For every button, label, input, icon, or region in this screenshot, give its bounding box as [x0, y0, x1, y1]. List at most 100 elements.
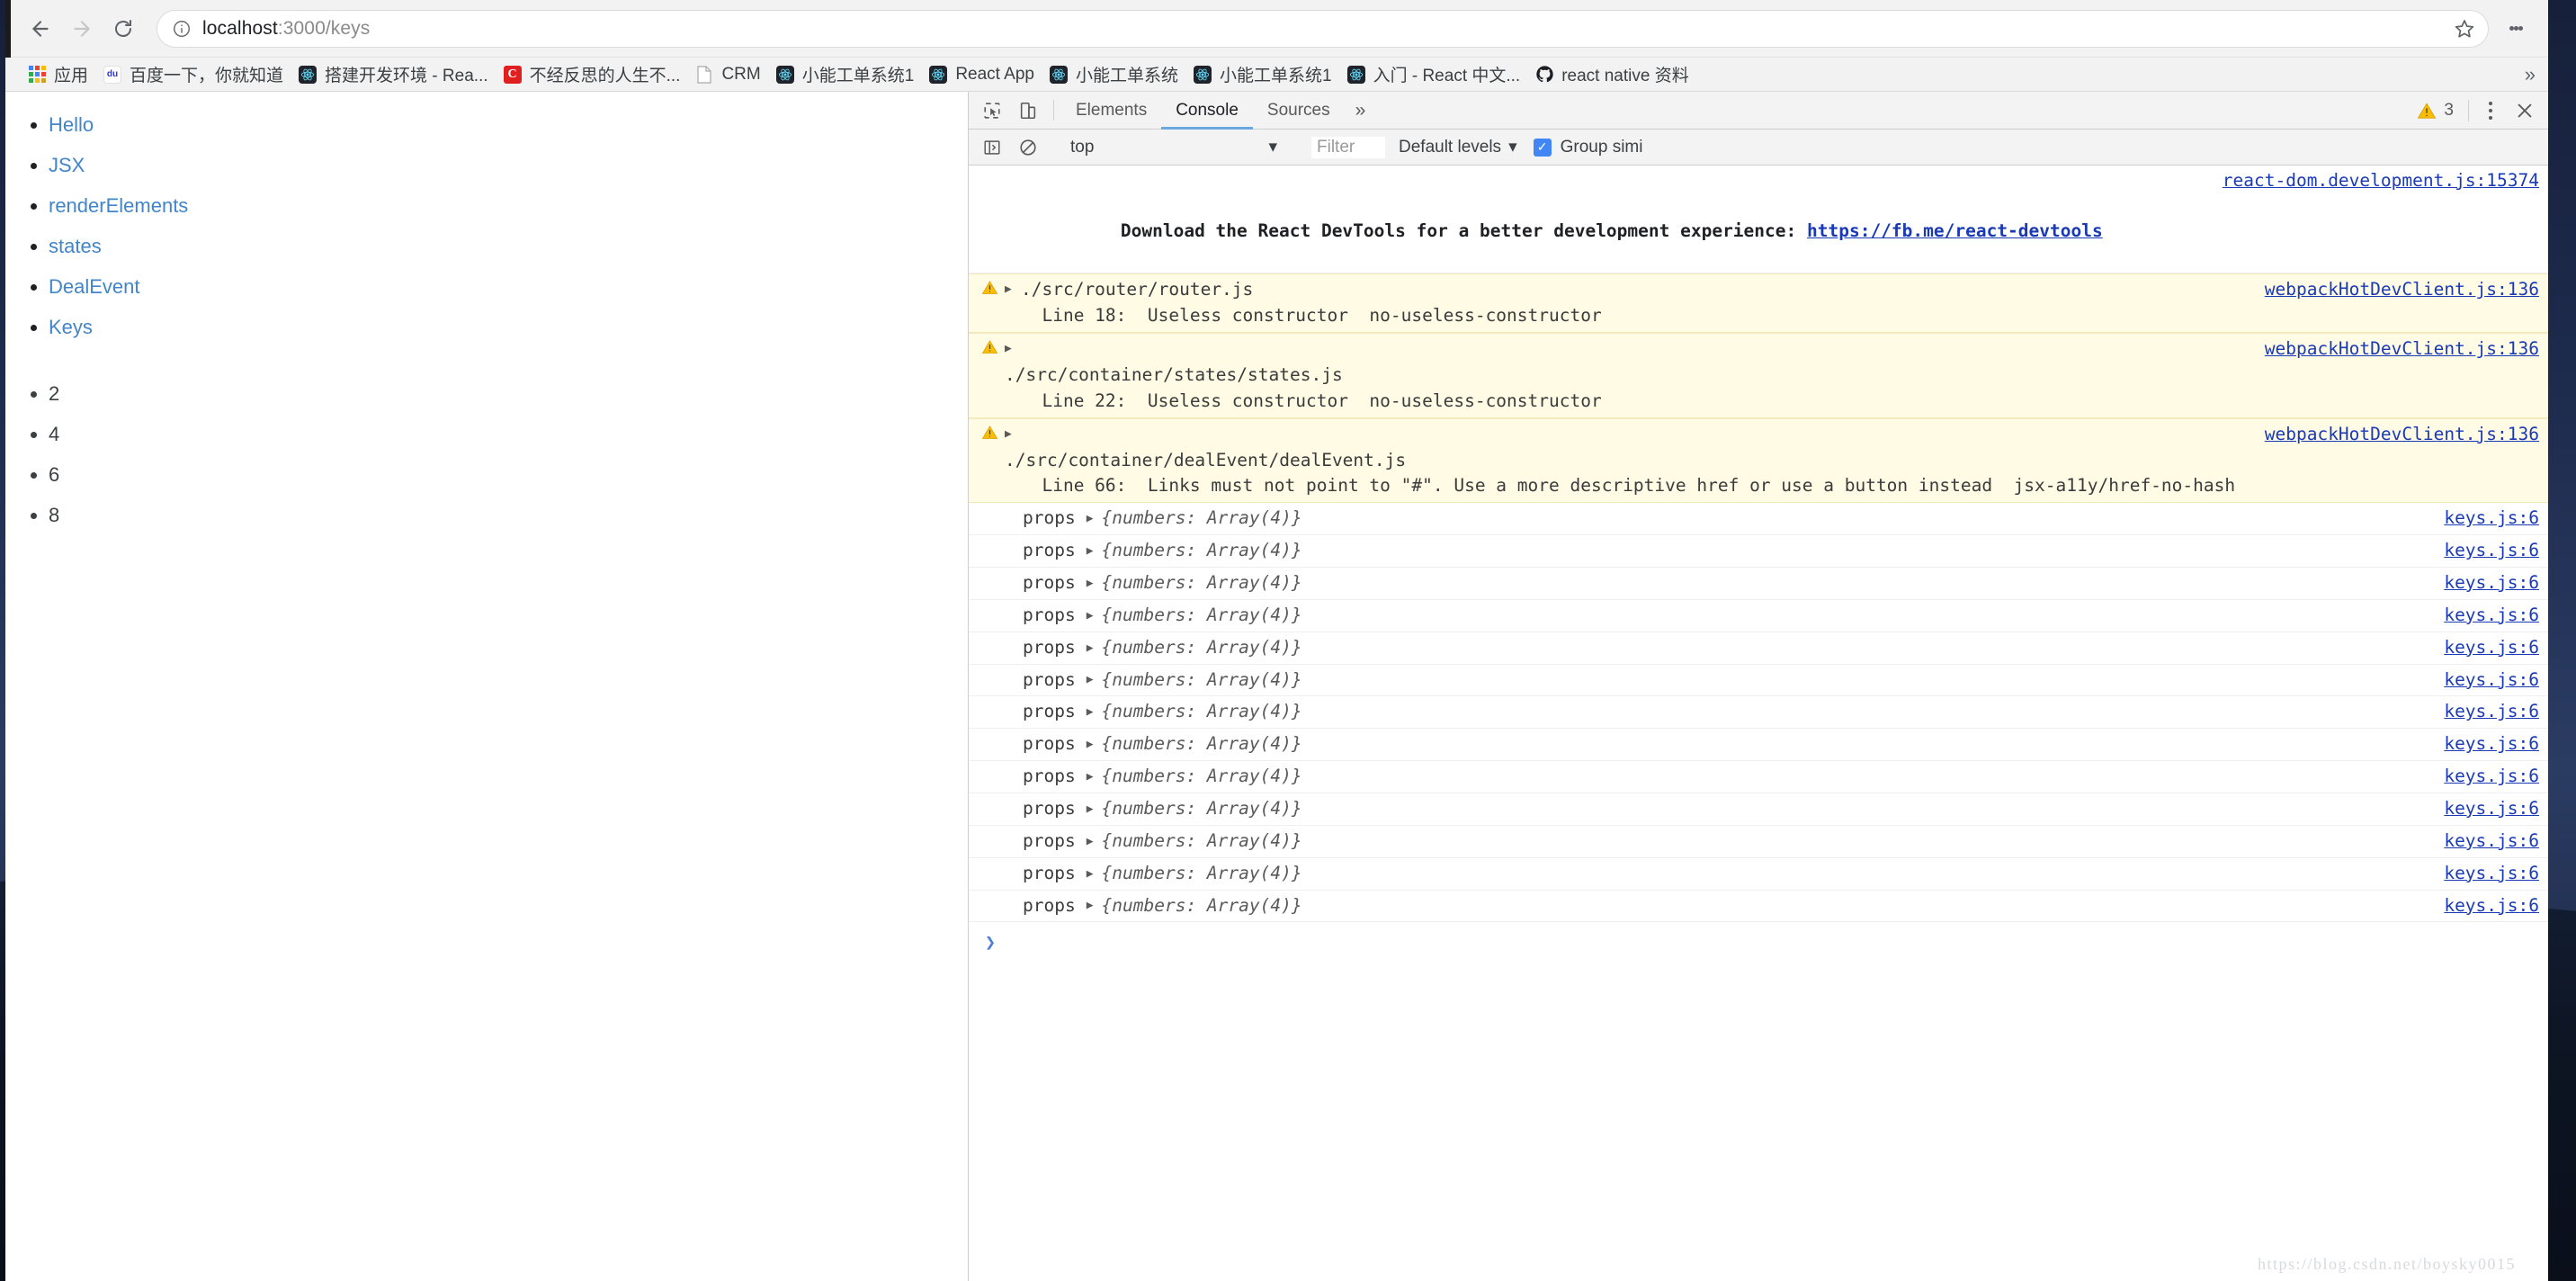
triangle-right-icon[interactable]: ▶	[1087, 607, 1094, 624]
triangle-right-icon[interactable]: ▶	[1087, 897, 1094, 914]
bookmark-react-setup[interactable]: 搭建开发环境 - Rea...	[291, 61, 496, 88]
message-source-link[interactable]: keys.js:6	[2444, 764, 2539, 790]
message-source-link[interactable]: webpackHotDevClient.js:136	[2265, 277, 2539, 303]
tab-console[interactable]: Console	[1161, 92, 1253, 130]
bookmark-react-native[interactable]: react native 资料	[1527, 61, 1696, 88]
kebab-menu-icon[interactable]	[2498, 8, 2534, 49]
triangle-right-icon[interactable]: ▶	[1005, 336, 1021, 357]
triangle-right-icon[interactable]: ▶	[1005, 277, 1021, 298]
filter-input[interactable]: Filter	[1310, 135, 1386, 159]
console-log-row[interactable]: props ▶ {numbers: Array(4)} keys.js:6	[969, 632, 2548, 665]
log-label: props	[1023, 668, 1076, 690]
nav-link-hello[interactable]: Hello	[49, 113, 94, 136]
log-label: props	[1023, 507, 1076, 529]
execution-context-select[interactable]: top ▾	[1061, 137, 1286, 157]
console-log-row[interactable]: props ▶ {numbers: Array(4)} keys.js:6	[969, 599, 2548, 632]
console-log-row[interactable]: props ▶ {numbers: Array(4)} keys.js:6	[969, 696, 2548, 730]
nav-link-renderelements[interactable]: renderElements	[49, 194, 188, 217]
console-log-row[interactable]: props ▶ {numbers: Array(4)} keys.js:6	[969, 664, 2548, 697]
address-bar[interactable]: localhost:3000/keys	[157, 9, 2489, 48]
csdn-favicon: C	[503, 65, 523, 85]
console-log-row[interactable]: props ▶ {numbers: Array(4)} keys.js:6	[969, 793, 2548, 826]
star-outline-icon[interactable]	[2454, 18, 2475, 40]
log-levels-select[interactable]: Default levels ▾	[1399, 137, 1517, 157]
triangle-right-icon[interactable]: ▶	[1087, 671, 1094, 688]
message-source-link[interactable]: keys.js:6	[2444, 538, 2539, 564]
info-circle-icon[interactable]	[172, 19, 192, 39]
message-source-link[interactable]: keys.js:6	[2444, 829, 2539, 855]
message-source-link[interactable]: keys.js:6	[2444, 699, 2539, 725]
inspect-element-icon[interactable]	[974, 92, 1010, 129]
nav-link-dealevent[interactable]: DealEvent	[49, 275, 140, 298]
log-label: props	[1023, 701, 1076, 722]
bookmark-xiaoneng-1b[interactable]: 小能工单系统1	[1185, 61, 1339, 88]
message-source-link[interactable]: webpackHotDevClient.js:136	[2265, 336, 2539, 363]
tab-sources[interactable]: Sources	[1253, 92, 1345, 129]
triangle-right-icon[interactable]: ▶	[1087, 640, 1094, 657]
triangle-right-icon[interactable]: ▶	[1087, 542, 1094, 560]
nav-link-states[interactable]: states	[49, 235, 102, 257]
triangle-right-icon[interactable]: ▶	[1087, 703, 1094, 721]
reload-button[interactable]	[103, 8, 144, 49]
console-sidebar-icon[interactable]	[974, 138, 1010, 157]
clear-console-icon[interactable]	[1010, 138, 1046, 157]
message-source-link[interactable]: keys.js:6	[2444, 570, 2539, 596]
triangle-right-icon[interactable]: ▶	[1087, 575, 1094, 592]
message-source-link[interactable]: keys.js:6	[2444, 506, 2539, 532]
console-message-warning[interactable]: ▶ webpackHotDevClient.js:136 ./src/conta…	[969, 417, 2548, 504]
back-button[interactable]	[20, 8, 61, 49]
message-source-link[interactable]: keys.js:6	[2444, 635, 2539, 661]
message-source-link[interactable]: keys.js:6	[2444, 731, 2539, 757]
message-source-link[interactable]: keys.js:6	[2444, 796, 2539, 822]
console-log-row[interactable]: props ▶ {numbers: Array(4)} keys.js:6	[969, 857, 2548, 891]
console-log-row[interactable]: props ▶ {numbers: Array(4)} keys.js:6	[969, 825, 2548, 858]
message-source-link[interactable]: webpackHotDevClient.js:136	[2265, 422, 2539, 448]
message-source-link[interactable]: react-dom.development.js:15374	[2223, 170, 2539, 191]
triangle-right-icon[interactable]: ▶	[1005, 422, 1021, 443]
nav-link-keys[interactable]: Keys	[49, 316, 93, 338]
bookmark-baidu[interactable]: du 百度一下，你就知道	[95, 61, 291, 88]
bookmark-xiaoneng[interactable]: 小能工单系统	[1042, 61, 1185, 88]
console-log-row[interactable]: props ▶ {numbers: Array(4)} keys.js:6	[969, 890, 2548, 923]
triangle-right-icon[interactable]: ▶	[1087, 510, 1094, 527]
nav-link-jsx[interactable]: JSX	[49, 154, 85, 176]
console-message-info[interactable]: react-dom.development.js:15374 Download …	[969, 166, 2548, 274]
warning-count-indicator[interactable]: 3	[2408, 101, 2463, 121]
console-log-row[interactable]: props ▶ {numbers: Array(4)} keys.js:6	[969, 729, 2548, 762]
chevron-double-right-icon[interactable]: »	[1345, 92, 1377, 129]
close-icon[interactable]	[2507, 101, 2543, 121]
message-source-link[interactable]: keys.js:6	[2444, 861, 2539, 887]
bookmark-xiaoneng-1[interactable]: 小能工单系统1	[768, 61, 922, 88]
triangle-right-icon[interactable]: ▶	[1087, 768, 1094, 785]
console-log-row[interactable]: props ▶ {numbers: Array(4)} keys.js:6	[969, 568, 2548, 600]
tab-elements[interactable]: Elements	[1061, 92, 1161, 129]
console-log-row[interactable]: props ▶ {numbers: Array(4)} keys.js:6	[969, 761, 2548, 794]
chevron-double-right-icon[interactable]: »	[2525, 58, 2536, 92]
console-message-warning[interactable]: ▶ webpackHotDevClient.js:136 ./src/conta…	[969, 333, 2548, 418]
devtools-tabbar: Elements Console Sources » 3	[969, 92, 2548, 130]
bookmark-react-app[interactable]: React App	[921, 61, 1042, 88]
message-source-link[interactable]: keys.js:6	[2444, 603, 2539, 629]
devtools-tabbar-right: 3	[2408, 92, 2548, 129]
bookmark-csdn[interactable]: C 不经反思的人生不...	[496, 61, 688, 88]
triangle-right-icon[interactable]: ▶	[1087, 801, 1094, 818]
bookmark-apps[interactable]: 应用	[20, 61, 95, 88]
message-source-link[interactable]: keys.js:6	[2444, 667, 2539, 694]
console-message-warning[interactable]: ▶ ./src/router/router.js webpackHotDevCl…	[969, 273, 2548, 334]
group-similar-toggle[interactable]: ✓ Group simi	[1533, 138, 1642, 157]
forward-button[interactable]	[61, 8, 103, 49]
message-source-link[interactable]: keys.js:6	[2444, 893, 2539, 919]
console-log-row[interactable]: props ▶ {numbers: Array(4)} keys.js:6	[969, 503, 2548, 536]
console-message-list[interactable]: react-dom.development.js:15374 Download …	[969, 166, 2548, 1281]
kebab-menu-icon[interactable]	[2474, 100, 2507, 121]
triangle-right-icon[interactable]: ▶	[1087, 736, 1094, 753]
console-prompt[interactable]: ❯	[969, 922, 2548, 963]
triangle-right-icon[interactable]: ▶	[1087, 833, 1094, 850]
device-toolbar-icon[interactable]	[1010, 92, 1046, 129]
react-devtools-link[interactable]: https://fb.me/react-devtools	[1807, 220, 2103, 241]
triangle-right-icon[interactable]: ▶	[1087, 865, 1094, 882]
bookmark-react-intro[interactable]: 入门 - React 中文...	[1339, 61, 1528, 88]
log-value: {numbers: Array(4)}	[1101, 507, 1302, 529]
bookmark-crm[interactable]: CRM	[687, 61, 767, 88]
console-log-row[interactable]: props ▶ {numbers: Array(4)} keys.js:6	[969, 535, 2548, 569]
